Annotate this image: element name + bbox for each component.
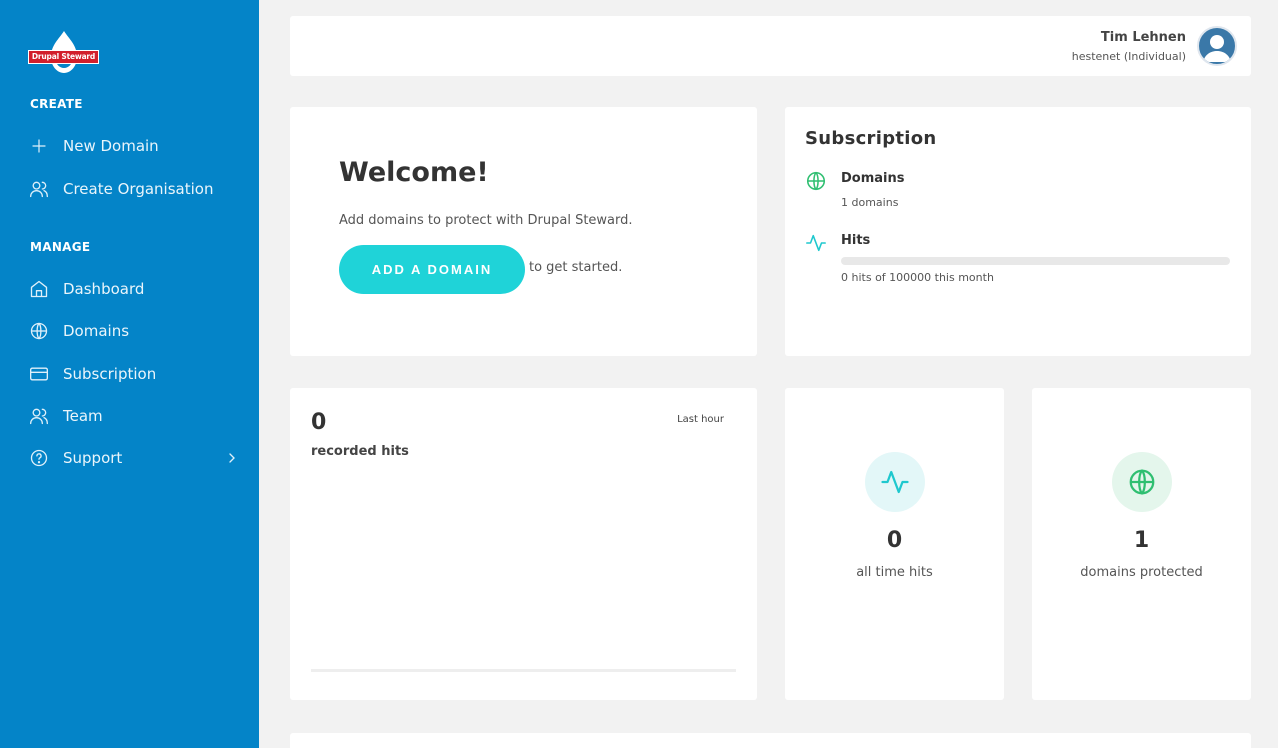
nav-support[interactable]: Support <box>28 443 240 473</box>
bottom-card <box>290 733 1251 748</box>
nav-domains-label: Domains <box>63 322 130 340</box>
add-domain-button[interactable]: ADD A DOMAIN <box>339 245 525 294</box>
recorded-hits-value: 0 <box>311 410 327 435</box>
nav-create-organisation-label: Create Organisation <box>63 180 214 198</box>
nav-create-organisation[interactable]: Create Organisation <box>28 174 240 204</box>
hits-progress-bar <box>841 257 1230 265</box>
recorded-hits-label: recorded hits <box>311 444 409 459</box>
chart-axis <box>311 669 736 672</box>
subscription-title: Subscription <box>805 128 937 149</box>
avatar[interactable] <box>1197 26 1237 66</box>
plus-icon <box>28 135 50 157</box>
subscription-card: Subscription Domains 1 domains Hits 0 hi… <box>785 107 1251 356</box>
nav-subscription[interactable]: Subscription <box>28 359 240 389</box>
globe-icon-circle <box>1111 452 1172 512</box>
nav-team[interactable]: Team <box>28 401 240 431</box>
domains-protected-label: domains protected <box>1080 565 1203 580</box>
all-time-hits-card: 0 all time hits <box>785 388 1004 700</box>
nav-domains[interactable]: Domains <box>28 316 240 346</box>
users-icon <box>28 405 50 427</box>
activity-icon <box>880 470 909 494</box>
home-icon <box>28 278 50 300</box>
user-header: Tim Lehnen hestenet (Individual) <box>290 16 1251 76</box>
user-icon <box>1203 35 1231 62</box>
create-section-title: CREATE <box>30 97 83 111</box>
subscription-domains-title: Domains <box>841 171 905 186</box>
drupal-steward-logo[interactable]: Drupal Steward <box>28 30 100 76</box>
credit-card-icon <box>28 363 50 385</box>
domains-protected-value: 1 <box>1133 528 1150 553</box>
welcome-card: Welcome! Add domains to protect with Dru… <box>290 107 757 356</box>
all-time-hits-label: all time hits <box>856 565 933 580</box>
activity-icon <box>806 234 826 252</box>
manage-section-title: MANAGE <box>30 240 91 254</box>
globe-icon <box>1129 469 1154 495</box>
subscription-hits-title: Hits <box>841 233 871 248</box>
user-name[interactable]: Tim Lehnen <box>1101 30 1186 45</box>
nav-dashboard-label: Dashboard <box>63 280 145 298</box>
welcome-after-text: to get started. <box>529 260 623 275</box>
recorded-hits-card: 0 recorded hits Last hour <box>290 388 757 700</box>
sidebar: Drupal Steward CREATE New Domain Create … <box>0 0 259 748</box>
domains-protected-card: 1 domains protected <box>1032 388 1251 700</box>
nav-team-label: Team <box>63 407 103 425</box>
period-selector[interactable]: Last hour <box>677 414 724 425</box>
activity-icon-circle <box>864 452 925 512</box>
all-time-hits-value: 0 <box>886 528 903 553</box>
users-icon <box>28 178 50 200</box>
welcome-intro: Add domains to protect with Drupal Stewa… <box>339 213 633 228</box>
help-circle-icon <box>28 447 50 469</box>
subscription-domains-count: 1 domains <box>841 196 899 209</box>
nav-new-domain[interactable]: New Domain <box>28 131 240 161</box>
welcome-title: Welcome! <box>339 157 489 188</box>
globe-icon <box>806 171 826 191</box>
nav-subscription-label: Subscription <box>63 365 157 383</box>
subscription-hits-text: 0 hits of 100000 this month <box>841 271 994 284</box>
globe-icon <box>28 320 50 342</box>
nav-new-domain-label: New Domain <box>63 137 159 155</box>
logo-text: Drupal Steward <box>28 50 99 64</box>
nav-dashboard[interactable]: Dashboard <box>28 274 240 304</box>
nav-support-label: Support <box>63 449 123 467</box>
user-organisation: hestenet (Individual) <box>1071 50 1186 63</box>
chevron-right-icon[interactable] <box>224 450 240 466</box>
